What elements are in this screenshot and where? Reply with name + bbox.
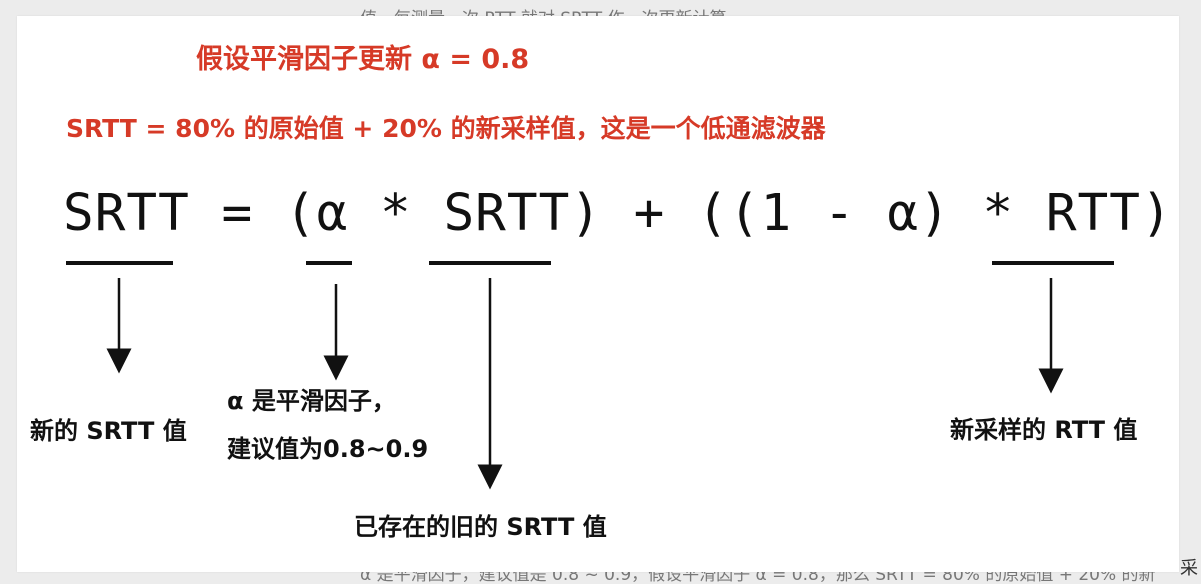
label-new-srtt: 新的 SRTT 值 xyxy=(30,417,187,445)
background-article-text-edge: 采 xyxy=(1180,558,1198,579)
label-alpha-line2: 建议值为0.8~0.9 xyxy=(227,435,429,463)
label-new-rtt: 新采样的 RTT 值 xyxy=(950,416,1138,444)
srtt-formula-figure: 假设平滑因子更新 α = 0.8 SRTT = 80% 的原始值 + 20% 的… xyxy=(17,16,1179,572)
page: 值，每测量一次 RTT 就对 SRTT 作一次更新计算。 α 是平滑因子，建议值… xyxy=(0,0,1201,584)
annotation-lines xyxy=(66,261,1114,490)
label-alpha-line1: α 是平滑因子， xyxy=(227,387,396,415)
label-old-srtt: 已存在的旧的 SRTT 值 xyxy=(354,513,607,541)
